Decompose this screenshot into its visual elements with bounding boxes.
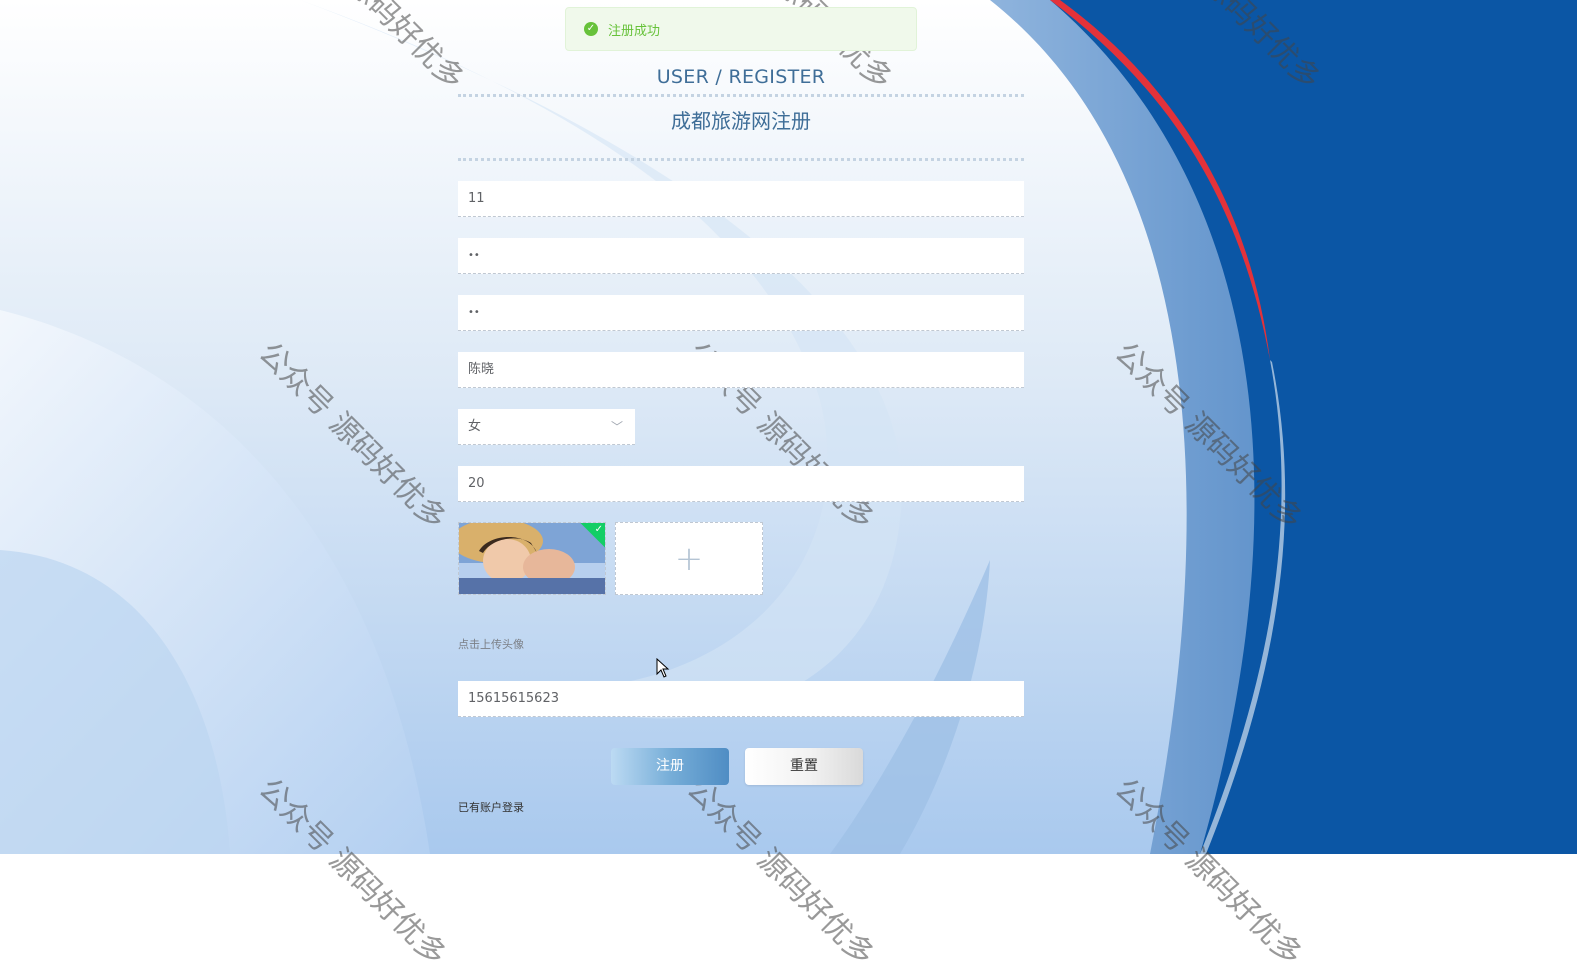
account-input[interactable]: 11 <box>458 181 1024 217</box>
register-button[interactable]: 注册 <box>611 748 729 785</box>
plus-icon: + <box>674 538 704 579</box>
register-title-cn: 成都旅游网注册 <box>671 109 811 133</box>
divider-top <box>458 94 1024 97</box>
avatar-image <box>459 523 605 594</box>
avatar-preview[interactable]: ✓ <box>458 522 606 595</box>
check-circle-icon: ✓ <box>584 22 598 36</box>
gender-value: 女 <box>468 419 482 434</box>
chevron-down-icon: ﹀ <box>610 420 623 434</box>
toast-message: 注册成功 <box>608 23 661 39</box>
password-input[interactable]: •• <box>458 238 1024 274</box>
phone-input[interactable]: 15615615623 <box>458 681 1024 717</box>
mouse-cursor-icon <box>656 658 670 678</box>
register-title-en: USER / REGISTER <box>656 66 826 88</box>
gender-select[interactable]: 女 ﹀ <box>458 409 635 445</box>
name-input[interactable]: 陈晓 <box>458 352 1024 388</box>
age-input[interactable]: 20 <box>458 466 1024 502</box>
divider-bottom <box>458 158 1024 161</box>
reset-button[interactable]: 重置 <box>745 748 863 785</box>
login-link[interactable]: 已有账户登录 <box>458 799 524 815</box>
avatar-upload-button[interactable]: + <box>615 522 763 595</box>
upload-hint: 点击上传头像 <box>458 638 524 651</box>
success-toast: ✓ 注册成功 <box>565 7 917 51</box>
confirm-password-input[interactable]: •• <box>458 295 1024 331</box>
check-icon: ✓ <box>594 524 603 535</box>
